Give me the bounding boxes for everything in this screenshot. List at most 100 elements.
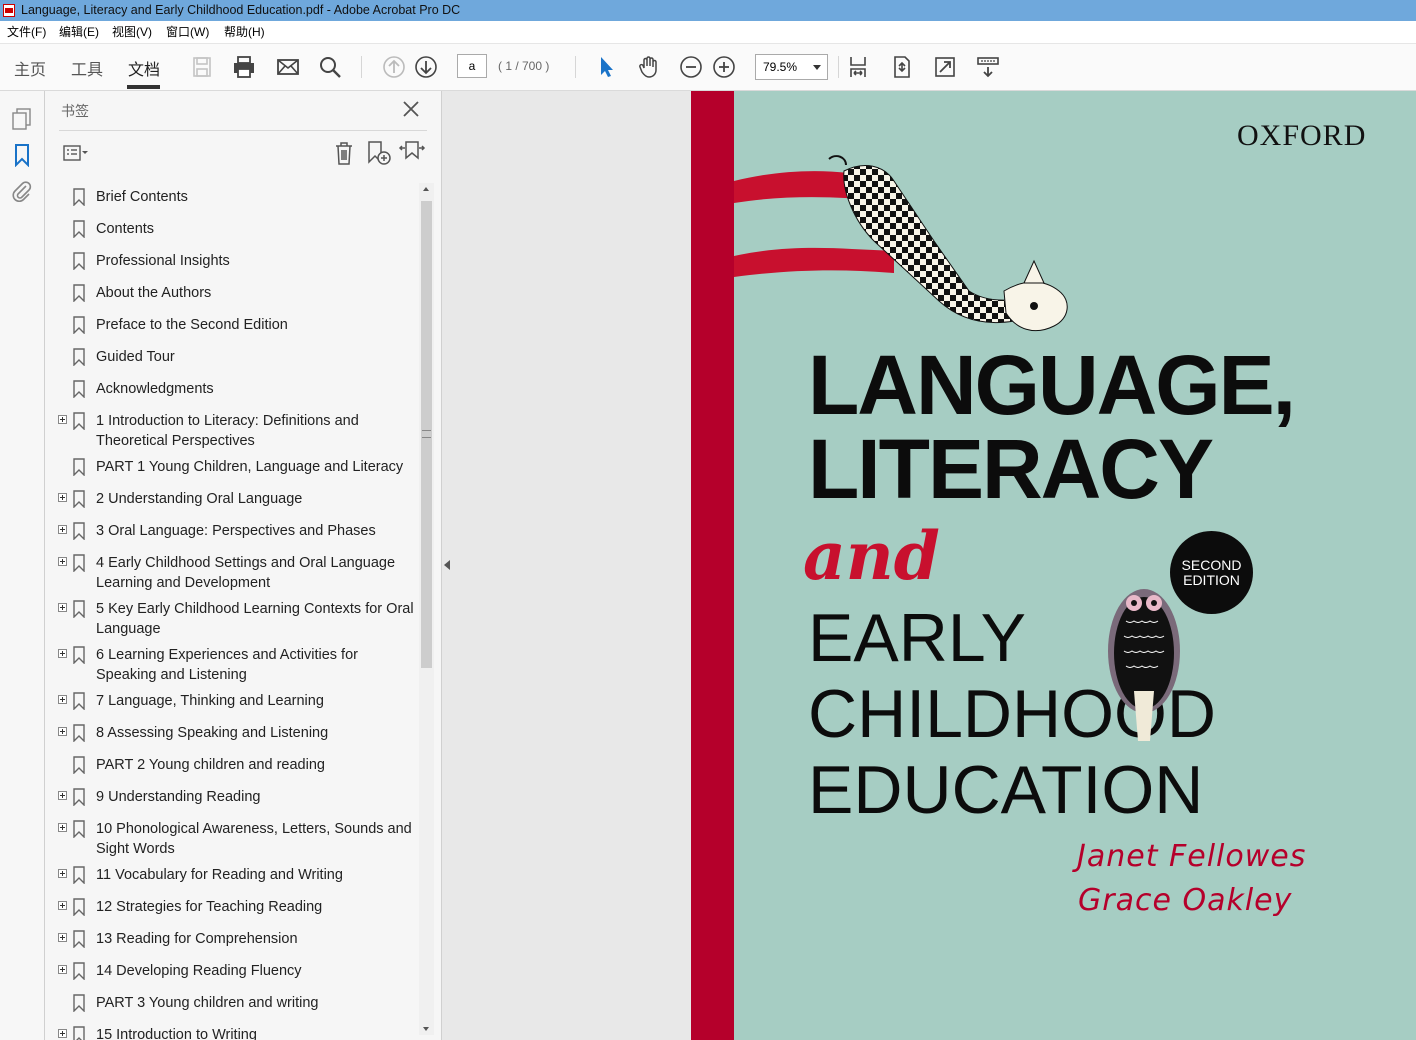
fit-width-button[interactable] [844,53,872,81]
menu-help[interactable]: 帮助(H) [224,21,265,43]
page-thumbnails-icon[interactable] [10,107,34,131]
options-menu-icon[interactable] [61,140,89,166]
full-screen-icon [935,57,955,77]
menu-window[interactable]: 窗口(W) [166,21,209,43]
tab-document[interactable]: 文档 [128,56,160,80]
scroll-up-icon[interactable] [423,187,429,191]
delete-icon[interactable] [330,140,358,166]
next-page-button[interactable] [412,53,440,81]
new-bookmark-icon[interactable] [364,140,392,166]
bookmark-icon [73,188,85,206]
scroll-down-icon[interactable] [423,1027,429,1031]
read-mode-button[interactable] [974,53,1002,81]
bookmark-icon [73,1026,85,1040]
chevron-down-icon [813,65,821,70]
bookmark-label: PART 1 Young Children, Language and Lite… [96,459,404,475]
bookmark-icon [73,220,85,238]
expand-plus-icon[interactable] [58,415,67,424]
cursor-icon [601,57,613,77]
fit-page-icon [894,56,910,78]
bookmark-icon [73,898,85,916]
expand-plus-icon[interactable] [58,869,67,878]
bookmark-label: Guided Tour [96,349,175,365]
bookmark-label: 4 Early Childhood Settings and Oral Lang… [96,555,396,591]
expand-plus-icon[interactable] [58,695,67,704]
arrow-up-circle-icon [383,56,405,78]
bookmark-icon [73,458,85,476]
save-button[interactable] [188,53,216,81]
bookmark-icon [73,252,85,270]
attachments-icon[interactable] [10,179,34,203]
expand-plus-icon[interactable] [58,823,67,832]
page-number-input[interactable]: a [457,54,487,78]
expand-plus-icon[interactable] [58,649,67,658]
publisher-logo: OXFORD [1237,119,1367,152]
fit-width-icon [850,57,866,77]
edition-line: SECOND [1181,556,1242,573]
plus-circle-icon [713,56,735,78]
email-button[interactable] [274,53,302,81]
expand-plus-icon[interactable] [58,727,67,736]
select-tool-button[interactable] [592,53,620,81]
expand-plus-icon[interactable] [58,557,67,566]
active-tab-indicator [127,85,160,89]
bookmark-label: Contents [96,221,155,237]
search-icon [320,57,341,78]
bookmark-label: 11 Vocabulary for Reading and Writing [96,867,343,883]
toolbar-separator [838,56,839,78]
toolbar-separator [361,56,362,78]
expand-plus-icon[interactable] [58,493,67,502]
expand-plus-icon[interactable] [58,965,67,974]
bookmark-icon [73,962,85,980]
bookmark-label: PART 2 Young children and reading [96,757,325,773]
search-button[interactable] [316,53,344,81]
expand-plus-icon[interactable] [58,791,67,800]
bookmark-label: 1 Introduction to Literacy: Definitions … [96,413,359,449]
full-screen-button[interactable] [931,53,959,81]
bookmark-icon [73,412,85,430]
expand-plus-icon[interactable] [58,933,67,942]
bookmark-icon [73,866,85,884]
close-icon[interactable] [401,99,421,119]
hand-tool-button[interactable] [635,53,663,81]
bookmarks-icon[interactable] [10,143,34,167]
expand-plus-icon[interactable] [58,603,67,612]
collapse-panel-icon[interactable] [444,560,450,570]
bookmark-label: 14 Developing Reading Fluency [96,963,302,979]
scroll-grip [422,430,431,438]
tab-home[interactable]: 主页 [14,56,46,80]
bookmark-label: 13 Reading for Comprehension [96,931,298,947]
expand-plus-icon[interactable] [58,1029,67,1038]
previous-page-button[interactable] [380,53,408,81]
expand-plus-icon[interactable] [58,901,67,910]
minus-circle-icon [680,56,702,78]
print-button[interactable] [230,53,258,81]
cover-spine [691,91,734,1040]
toolbar-separator [575,56,576,78]
menu-edit[interactable]: 编辑(E) [59,21,99,43]
book-cover-page: OXFORD LANGUAGE, LITERACY and EARLY CHIL… [691,91,1416,1040]
panel-title: 书签 [61,103,89,119]
edition-line: EDITION [1183,571,1240,588]
tab-tools[interactable]: 工具 [71,56,103,80]
menu-view[interactable]: 视图(V) [112,21,152,43]
expand-plus-icon[interactable] [58,525,67,534]
bookmarks-panel: 书签 Brief Contents Contents Professional In… [45,91,442,1040]
zoom-select[interactable]: 79.5% [755,54,828,80]
giraffe-illustration [734,155,1068,331]
acrobat-icon [3,4,15,17]
expand-bookmark-icon[interactable] [398,140,426,166]
bookmark-label: 2 Understanding Oral Language [96,491,303,507]
zoom-in-button[interactable] [710,53,738,81]
fit-page-button[interactable] [888,53,916,81]
bookmark-scrollbar[interactable] [419,183,434,1035]
hand-icon [639,56,657,78]
bookmark-label: 12 Strategies for Teaching Reading [96,899,323,915]
bookmark-label: Acknowledgments [96,381,214,397]
zoom-out-button[interactable] [677,53,705,81]
navigation-pane-strip [0,91,45,1040]
menu-file[interactable]: 文件(F) [7,21,46,43]
bookmark-icon [73,380,85,398]
bookmark-icon [73,788,85,806]
cover-title-and: and [803,517,940,595]
